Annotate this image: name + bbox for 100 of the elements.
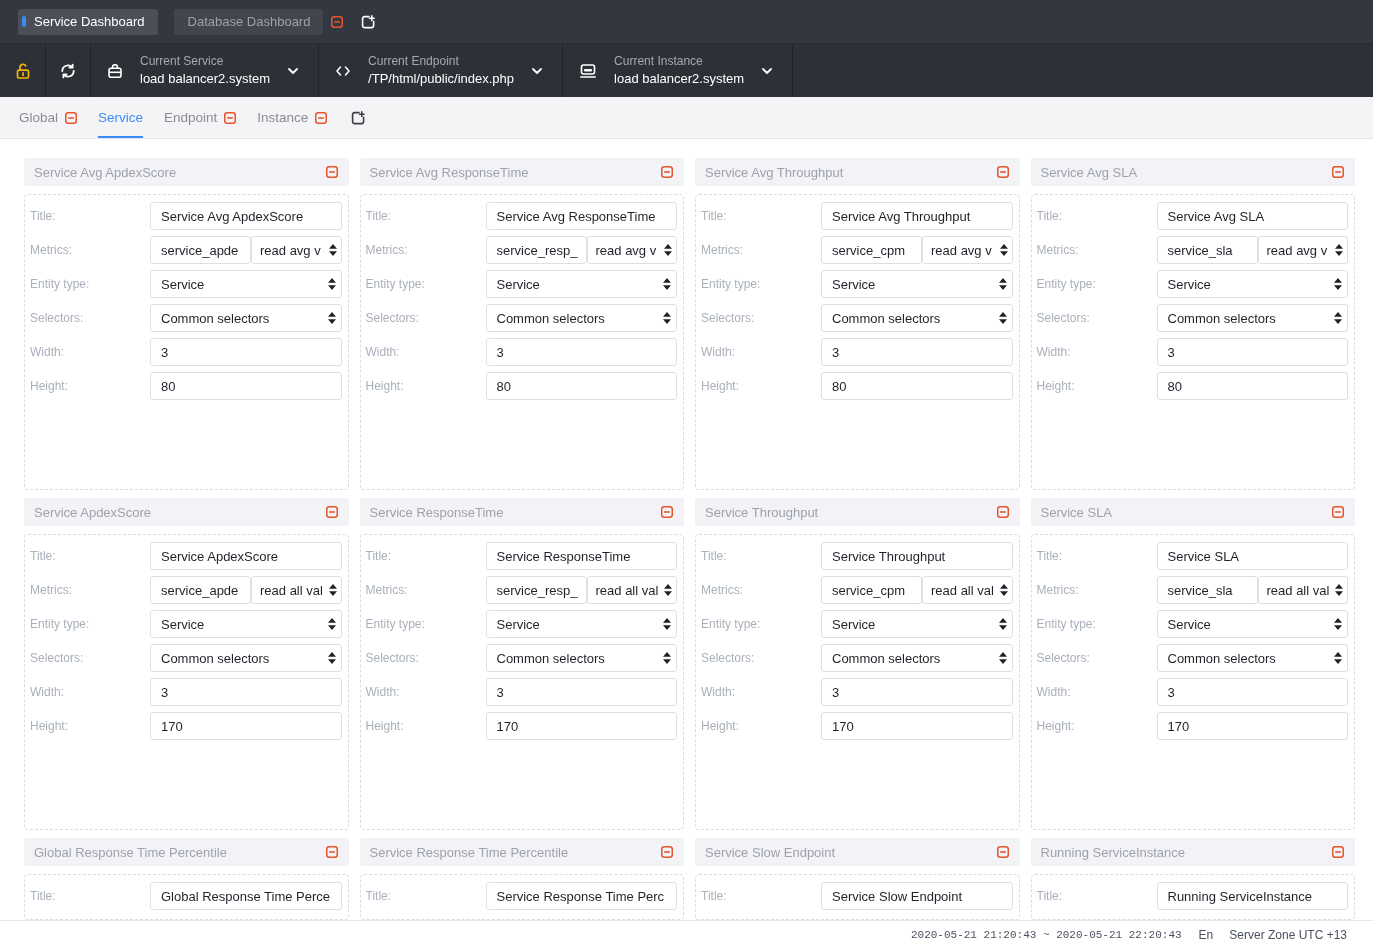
minus-icon[interactable] [325,846,338,858]
text-field[interactable]: 3 [150,678,342,706]
text-field[interactable]: 170 [150,712,342,740]
field-label: Selectors: [30,311,85,325]
language-link[interactable]: En [1198,927,1214,942]
select-field[interactable]: Common selectors [485,304,677,332]
minus-icon[interactable] [224,111,237,124]
select-field[interactable]: read all val [1257,576,1348,604]
field-label: Title: [30,549,57,563]
text-field[interactable]: Service ResponseTime [485,542,677,570]
text-field[interactable]: 80 [821,372,1013,400]
minus-icon[interactable] [661,506,673,518]
minus-icon[interactable] [1332,506,1344,518]
select-field[interactable]: Common selectors [821,304,1013,332]
text-field[interactable]: Service Response Time Perc [485,882,677,910]
minus-icon[interactable] [1332,846,1344,858]
text-field[interactable]: Service Avg ApdexScore [150,202,342,230]
text-field[interactable]: service_apde [150,236,251,264]
select-field[interactable]: Service [485,270,677,298]
select-field[interactable]: read all val [251,576,342,604]
select-field[interactable]: Service [821,610,1013,638]
text-field[interactable]: 80 [1156,372,1348,400]
text-field[interactable]: service_sla [1156,236,1258,264]
plus-square-icon[interactable] [351,110,366,125]
field-label: Metrics: [1036,243,1080,257]
text-field[interactable]: service_apde [150,576,251,604]
select-field[interactable]: Common selectors [1156,644,1348,672]
field-label: Entity type: [1036,617,1097,631]
text-field[interactable]: Service Throughput [821,542,1013,570]
text-field[interactable]: 3 [485,678,677,706]
card-title: Service Throughput [705,504,819,520]
dashboard-tab[interactable]: Service Dashboard [18,8,158,35]
select-field[interactable]: read all val [922,576,1013,604]
text-field[interactable]: 3 [485,338,677,366]
select-field[interactable]: read avg v [586,236,677,264]
text-field[interactable]: Service SLA [1156,542,1348,570]
text-field[interactable]: service_sla [1156,576,1258,604]
text-field[interactable]: 170 [485,712,677,740]
updown-arrows-icon [327,312,336,324]
card-title: Service ApdexScore [34,504,152,520]
select-field[interactable]: Service [150,270,342,298]
select-field[interactable]: Service [1156,270,1348,298]
updown-arrows-icon [1334,652,1342,664]
text-field[interactable]: 80 [485,372,677,400]
text-field[interactable]: 80 [150,372,342,400]
text-field[interactable]: 170 [1156,712,1348,740]
dropdown-label: Current Instance [614,54,704,69]
dashboard-tab[interactable]: Database Dashboard [173,8,324,35]
minus-icon[interactable] [996,166,1009,178]
field-label: Width: [1036,685,1072,699]
text-field[interactable]: 3 [1156,338,1348,366]
minus-icon[interactable] [996,846,1009,858]
minus-icon[interactable] [325,506,338,518]
text-field[interactable]: 3 [150,338,342,366]
select-field[interactable]: Common selectors [1156,304,1348,332]
field-label: Metrics: [701,243,744,257]
card-title: Service Avg ApdexScore [34,164,177,180]
select-field[interactable]: read avg v [922,236,1013,264]
dropdown-value: load balancer2.system [614,70,745,87]
select-field[interactable]: Service [1156,610,1348,638]
text-field[interactable]: 170 [821,712,1013,740]
minus-icon[interactable] [325,166,338,178]
text-field[interactable]: 3 [821,338,1013,366]
text-field[interactable]: 3 [1156,678,1348,706]
select-field[interactable]: Service [821,270,1013,298]
time-range[interactable]: 2020-05-21 21:20:43 ~ 2020-05-21 22:20:43 [910,928,1182,941]
text-field[interactable]: Service Avg Throughput [821,202,1013,230]
select-field[interactable]: Common selectors [821,644,1013,672]
minus-icon[interactable] [65,111,78,124]
card-title: Global Response Time Percentile [34,844,227,860]
select-field[interactable]: Common selectors [150,644,342,672]
minus-icon[interactable] [661,846,673,858]
select-field[interactable]: Service [485,610,677,638]
select-field[interactable]: read all val [586,576,677,604]
text-field[interactable]: service_resp_ [485,236,587,264]
text-field[interactable]: Global Response Time Perce [150,882,342,910]
select-field[interactable]: Service [150,610,342,638]
minus-icon[interactable] [331,15,344,28]
card-title: Service Avg ResponseTime [369,164,529,180]
select-field[interactable]: Common selectors [150,304,342,332]
updown-arrows-icon [1334,312,1342,324]
text-field[interactable]: Service Avg ResponseTime [485,202,677,230]
select-field[interactable]: read avg v [1257,236,1348,264]
text-field[interactable]: service_cpm [821,576,922,604]
text-field[interactable]: service_cpm [821,236,922,264]
text-field[interactable]: Running ServiceInstance [1156,882,1348,910]
select-field[interactable]: Common selectors [485,644,677,672]
text-field[interactable]: Service Slow Endpoint [821,882,1013,910]
minus-icon[interactable] [996,506,1009,518]
field-label: Width: [365,685,401,699]
refresh-icon[interactable] [60,62,76,79]
text-field[interactable]: Service ApdexScore [150,542,342,570]
text-field[interactable]: Service Avg SLA [1156,202,1348,230]
unlocked-lock-icon[interactable] [15,62,30,79]
minus-icon[interactable] [661,166,673,178]
text-field[interactable]: 3 [821,678,1013,706]
text-field[interactable]: service_resp_ [485,576,587,604]
select-field[interactable]: read avg v [251,236,342,264]
minus-icon[interactable] [1332,166,1344,178]
minus-icon[interactable] [315,111,328,124]
